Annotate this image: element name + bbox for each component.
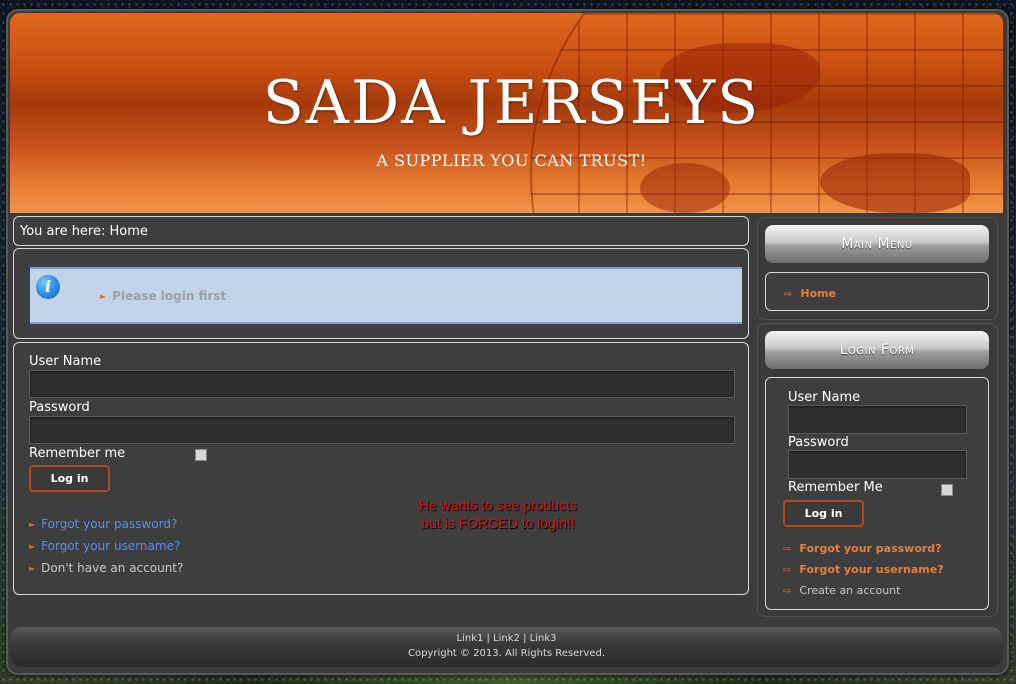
double-arrow-icon: ⇨	[784, 289, 793, 300]
annotation-line: He wants to see products	[419, 497, 577, 513]
site-title[interactable]: SADA JERSEYS	[10, 68, 1003, 138]
menu-item-label[interactable]: Home	[800, 287, 836, 300]
forgot-username-link[interactable]: Forgot your username?	[41, 539, 180, 553]
site-header: SADA JERSEYS A SUPPLIER YOU CAN TRUST!	[10, 13, 1003, 213]
login-form-module: Login Form User Name Password Remember M…	[757, 323, 998, 617]
double-arrow-icon: ⇨	[783, 544, 792, 555]
double-arrow-icon: ⇨	[783, 565, 792, 576]
password-label: Password	[788, 435, 849, 450]
bullet-arrow-icon: ►	[29, 520, 36, 529]
message-text: Please login first	[112, 289, 227, 303]
forgot-password-link[interactable]: Forgot your password?	[41, 517, 177, 531]
create-account-link[interactable]: Create an account	[799, 584, 900, 597]
username-label: User Name	[788, 390, 861, 405]
footer-links: Link1 | Link2 | Link3	[10, 633, 1003, 644]
copyright: Copyright © 2013. All Rights Reserved.	[407, 648, 606, 659]
link-item[interactable]: ► Forgot your username?	[29, 539, 183, 561]
remember-me-checkbox[interactable]	[195, 449, 207, 461]
link-item[interactable]: ► Don't have an account?	[29, 561, 183, 583]
main-menu-module: Main Menu ⇨ Home	[757, 217, 998, 320]
username-label: User Name	[29, 354, 102, 369]
forgot-username-link[interactable]: Forgot your username?	[799, 563, 943, 576]
annotation-line: but is FORCED to login!!	[421, 515, 575, 531]
login-links: ► Forgot your password? ► Forgot your user…	[29, 517, 183, 583]
footer-link-2[interactable]: Link2	[493, 633, 520, 644]
breadcrumb: You are here: Home	[13, 216, 749, 246]
login-button[interactable]: Log in	[29, 465, 110, 492]
menu-item-home[interactable]: ⇨ Home	[784, 287, 836, 300]
sidebar-username-input[interactable]	[788, 405, 967, 434]
sidebar-password-input[interactable]	[788, 450, 967, 479]
main-login-form: User Name Password Remember me Log in ► F…	[13, 342, 749, 595]
link-item[interactable]: ⇨ Forgot your username?	[783, 563, 944, 584]
system-message: i ► Please login first	[30, 267, 742, 324]
link-item[interactable]: ⇨ Create an account	[783, 584, 944, 605]
sidebar-remember-checkbox[interactable]	[941, 484, 953, 496]
main-menu-list: ⇨ Home	[765, 272, 989, 311]
sidebar-login-button[interactable]: Log in	[783, 500, 864, 527]
site-slogan: A SUPPLIER YOU CAN TRUST!	[376, 151, 647, 170]
system-message-box: i ► Please login first	[13, 248, 749, 339]
bullet-arrow-icon: ►	[29, 542, 36, 551]
breadcrumb-text: You are here: Home	[20, 224, 148, 239]
message-item: ► Please login first	[100, 289, 226, 303]
info-icon: i	[36, 275, 60, 299]
login-form-body: User Name Password Remember Me Log in ⇨ F…	[765, 377, 989, 610]
main-menu-title: Main Menu	[765, 225, 989, 263]
remember-me-label: Remember me	[29, 446, 126, 461]
footer-link-3[interactable]: Link3	[530, 633, 557, 644]
bullet-arrow-icon: ►	[100, 292, 107, 301]
sidebar-login-links: ⇨ Forgot your password? ⇨ Forgot your user…	[783, 542, 944, 605]
forgot-password-link[interactable]: Forgot your password?	[799, 542, 941, 555]
username-input[interactable]	[29, 370, 735, 398]
password-input[interactable]	[29, 416, 735, 444]
register-link[interactable]: Don't have an account?	[41, 561, 183, 575]
footer-separator: |	[483, 633, 494, 644]
remember-me-label: Remember Me	[788, 480, 883, 495]
double-arrow-icon: ⇨	[783, 586, 792, 597]
footer-separator: |	[519, 633, 530, 644]
globe-land	[640, 163, 730, 213]
site-footer: Link1 | Link2 | Link3 Copyright © 2013. …	[10, 627, 1003, 667]
password-label: Password	[29, 400, 90, 415]
link-item[interactable]: ► Forgot your password?	[29, 517, 183, 539]
link-item[interactable]: ⇨ Forgot your password?	[783, 542, 944, 563]
annotation-note: He wants to see products but is FORCED t…	[398, 496, 598, 532]
login-form-title: Login Form	[765, 331, 989, 369]
bullet-arrow-icon: ►	[29, 564, 36, 573]
footer-link-1[interactable]: Link1	[457, 633, 484, 644]
